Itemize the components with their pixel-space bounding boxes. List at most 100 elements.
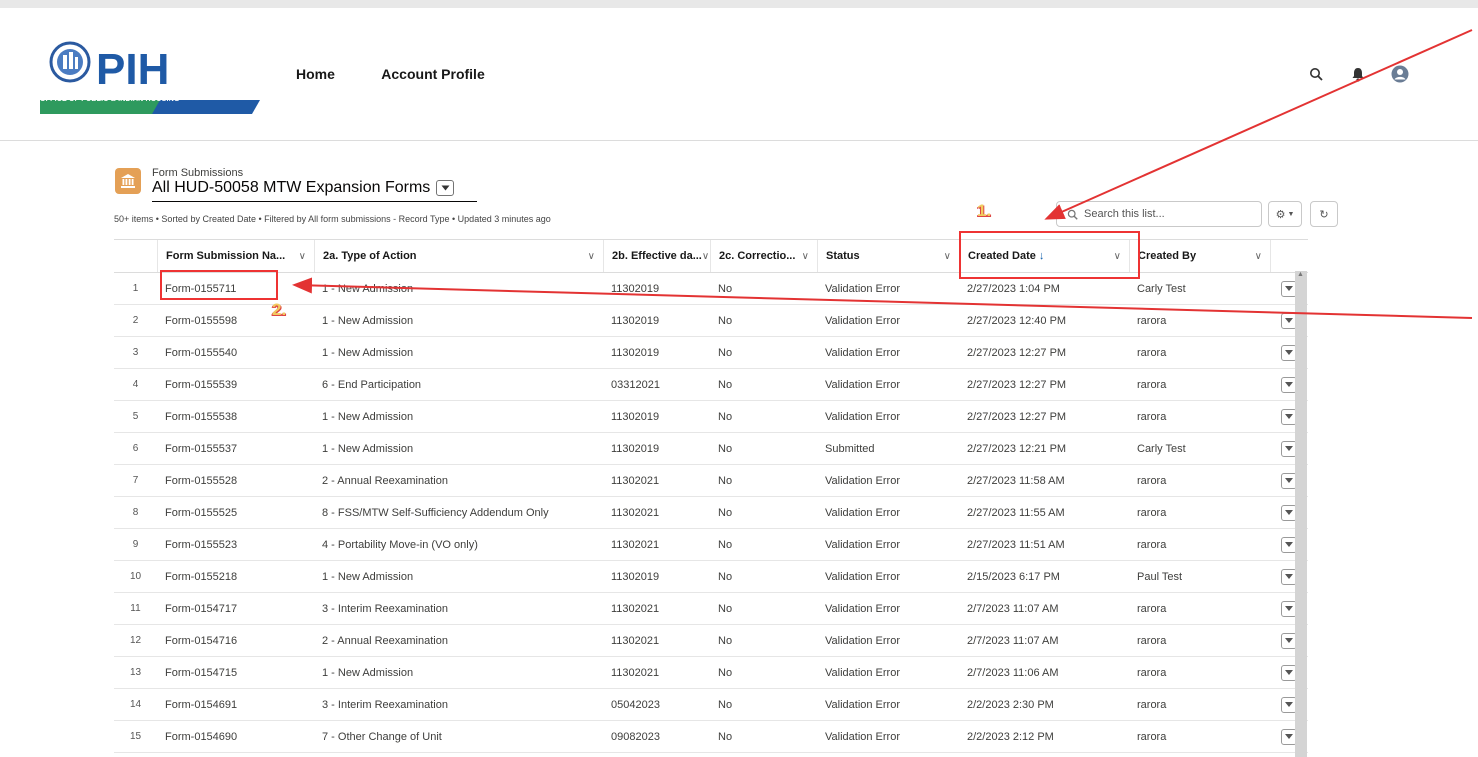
table-row[interactable]: 8 Form-0155525 8 - FSS/MTW Self-Sufficienc… xyxy=(114,496,1308,529)
list-view-dropdown-icon[interactable] xyxy=(436,180,455,196)
column-header-form-name[interactable]: Form Submission Na... ∨ xyxy=(157,239,314,273)
correction-cell: No xyxy=(710,432,817,465)
created-by-cell: Paul Test xyxy=(1129,560,1270,593)
effective-date-cell: 11302021 xyxy=(603,528,710,561)
created-date-cell: 2/27/2023 11:58 AM xyxy=(959,464,1129,497)
row-number: 2 xyxy=(114,304,157,337)
table-body: 1 Form-0155711 1 - New Admission 11302019 No… xyxy=(114,272,1308,753)
created-by-cell: rarora xyxy=(1129,592,1270,625)
table-row[interactable]: 6 Form-0155537 1 - New Admission 11302019 No… xyxy=(114,432,1308,465)
pih-logo-graphic: PIH xyxy=(40,41,260,114)
created-date-cell: 2/27/2023 12:40 PM xyxy=(959,304,1129,337)
effective-date-cell: 11302019 xyxy=(603,304,710,337)
effective-date-cell: 11302019 xyxy=(603,432,710,465)
created-by-cell: rarora xyxy=(1129,720,1270,753)
refresh-button[interactable]: ↻ xyxy=(1310,201,1338,227)
created-date-cell: 2/27/2023 11:55 AM xyxy=(959,496,1129,529)
table-row[interactable]: 7 Form-0155528 2 - Annual Reexamination 113… xyxy=(114,464,1308,497)
table-row[interactable]: 3 Form-0155540 1 - New Admission 11302019 No… xyxy=(114,336,1308,369)
table-row[interactable]: 11 Form-0154717 3 - Interim Reexamination 1… xyxy=(114,592,1308,625)
gear-icon: ⚙ xyxy=(1275,208,1286,221)
column-header-type-of-action[interactable]: 2a. Type of Action ∨ xyxy=(314,239,603,273)
form-submission-name-link[interactable]: Form-0155523 xyxy=(157,528,314,561)
column-header-effective-date[interactable]: 2b. Effective da... ∨ xyxy=(603,239,710,273)
correction-cell: No xyxy=(710,688,817,721)
row-number: 1 xyxy=(114,272,157,305)
created-by-cell: rarora xyxy=(1129,464,1270,497)
created-by-cell: rarora xyxy=(1129,688,1270,721)
form-submission-name-link[interactable]: Form-0154716 xyxy=(157,624,314,657)
pih-logo[interactable]: PIH OFFICE OF PUBLIC & INDIAN HOUSING xyxy=(40,28,260,118)
form-submission-name-link[interactable]: Form-0155538 xyxy=(157,400,314,433)
effective-date-cell: 11302019 xyxy=(603,336,710,369)
correction-cell: No xyxy=(710,656,817,689)
type-of-action-cell: 1 - New Admission xyxy=(314,560,603,593)
table-row[interactable]: 15 Form-0154690 7 - Other Change of Unit 09… xyxy=(114,720,1308,753)
status-cell: Validation Error xyxy=(817,560,959,593)
status-cell: Validation Error xyxy=(817,592,959,625)
row-number: 6 xyxy=(114,432,157,465)
annotation-box-created-date xyxy=(959,231,1140,279)
list-view-title[interactable]: All HUD-50058 MTW Expansion Forms xyxy=(152,179,477,202)
type-of-action-cell: 3 - Interim Reexamination xyxy=(314,688,603,721)
created-by-cell: rarora xyxy=(1129,336,1270,369)
search-placeholder: Search this list... xyxy=(1084,208,1165,220)
form-submission-name-link[interactable]: Form-0154690 xyxy=(157,720,314,753)
effective-date-cell: 11302021 xyxy=(603,592,710,625)
form-submission-name-link[interactable]: Form-0154691 xyxy=(157,688,314,721)
status-cell: Validation Error xyxy=(817,368,959,401)
bell-icon[interactable] xyxy=(1348,64,1368,84)
annotation-label-2: 2. xyxy=(272,300,287,319)
correction-cell: No xyxy=(710,368,817,401)
form-submission-name-link[interactable]: Form-0155528 xyxy=(157,464,314,497)
form-submission-name-link[interactable]: Form-0154715 xyxy=(157,656,314,689)
user-avatar-icon[interactable] xyxy=(1390,64,1410,84)
scroll-up-icon: ▲ xyxy=(1297,271,1304,278)
status-cell: Validation Error xyxy=(817,304,959,337)
effective-date-cell: 11302021 xyxy=(603,496,710,529)
status-cell: Validation Error xyxy=(817,528,959,561)
table-row[interactable]: 13 Form-0154715 1 - New Admission 11302021 N… xyxy=(114,656,1308,689)
effective-date-cell: 11302021 xyxy=(603,624,710,657)
effective-date-cell: 11302019 xyxy=(603,560,710,593)
table-row[interactable]: 14 Form-0154691 3 - Interim Reexamination 0… xyxy=(114,688,1308,721)
table-row[interactable]: 10 Form-0155218 1 - New Admission 11302019 N… xyxy=(114,560,1308,593)
correction-cell: No xyxy=(710,400,817,433)
table-row[interactable]: 5 Form-0155538 1 - New Admission 11302019 No… xyxy=(114,400,1308,433)
column-header-correction[interactable]: 2c. Correctio... ∨ xyxy=(710,239,817,273)
form-submission-name-link[interactable]: Form-0155540 xyxy=(157,336,314,369)
table-row[interactable]: 12 Form-0154716 2 - Annual Reexamination 11… xyxy=(114,624,1308,657)
chevron-down-icon: ∨ xyxy=(801,250,809,262)
effective-date-cell: 11302021 xyxy=(603,464,710,497)
row-number: 4 xyxy=(114,368,157,401)
nav-account-profile[interactable]: Account Profile xyxy=(381,66,484,82)
table-scrollbar[interactable]: ▲ xyxy=(1295,271,1307,757)
column-header-status[interactable]: Status ∨ xyxy=(817,239,959,273)
created-date-cell: 2/15/2023 6:17 PM xyxy=(959,560,1129,593)
search-list-input[interactable]: Search this list... xyxy=(1056,201,1262,227)
row-number: 12 xyxy=(114,624,157,657)
title-underline xyxy=(152,201,477,202)
form-submission-name-link[interactable]: Form-0155218 xyxy=(157,560,314,593)
form-submission-name-link[interactable]: Form-0155537 xyxy=(157,432,314,465)
list-settings-button[interactable]: ⚙ ▼ xyxy=(1268,201,1302,227)
form-submission-name-link[interactable]: Form-0155598 xyxy=(157,304,314,337)
form-submission-name-link[interactable]: Form-0155539 xyxy=(157,368,314,401)
created-by-cell: rarora xyxy=(1129,656,1270,689)
type-of-action-cell: 2 - Annual Reexamination xyxy=(314,464,603,497)
status-cell: Submitted xyxy=(817,432,959,465)
header-divider xyxy=(0,140,1478,141)
nav-home[interactable]: Home xyxy=(296,66,335,82)
table-row[interactable]: 2 Form-0155598 1 - New Admission 11302019 No… xyxy=(114,304,1308,337)
form-submission-name-link[interactable]: Form-0155525 xyxy=(157,496,314,529)
column-header-created-by[interactable]: Created By ∨ xyxy=(1129,239,1270,273)
row-number: 13 xyxy=(114,656,157,689)
correction-cell: No xyxy=(710,720,817,753)
table-row[interactable]: 4 Form-0155539 6 - End Participation 033120… xyxy=(114,368,1308,401)
header-icons xyxy=(1306,64,1410,84)
form-submission-name-link[interactable]: Form-0154717 xyxy=(157,592,314,625)
search-icon[interactable] xyxy=(1306,64,1326,84)
status-cell: Validation Error xyxy=(817,720,959,753)
correction-cell: No xyxy=(710,304,817,337)
table-row[interactable]: 9 Form-0155523 4 - Portability Move-in (VO… xyxy=(114,528,1308,561)
